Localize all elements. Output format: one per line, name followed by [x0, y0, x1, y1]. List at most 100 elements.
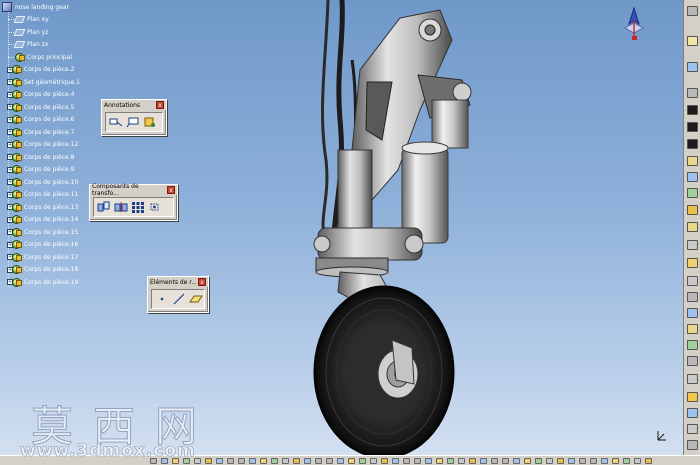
toolbar-button-icon[interactable]	[601, 458, 608, 464]
tree-item[interactable]: Corps principal	[2, 51, 72, 63]
tree-item[interactable]: + Corps de pièce.12	[2, 139, 78, 151]
toolbar-button-icon[interactable]	[687, 172, 698, 182]
specification-tree[interactable]: nose landing gear Plan xy Plan yz Plan zx Co…	[0, 0, 100, 300]
toolbar-button-icon[interactable]	[304, 458, 311, 464]
tree-item[interactable]: + Corps de pièce.11	[2, 189, 78, 201]
close-icon[interactable]: x	[156, 101, 164, 109]
toolbar-button-icon[interactable]	[447, 458, 454, 464]
toolbar-button-icon[interactable]	[687, 105, 698, 115]
toolbar-button-icon[interactable]	[271, 458, 278, 464]
toolbar-button-icon[interactable]	[469, 458, 476, 464]
tree-item[interactable]: + Corps de pièce.4	[2, 89, 74, 101]
toolbar-button-icon[interactable]	[579, 458, 586, 464]
close-icon[interactable]: x	[198, 278, 206, 286]
toolbar-button-icon[interactable]	[524, 458, 531, 464]
tree-item[interactable]: + Corps de pièce.5	[2, 101, 74, 113]
translation-icon[interactable]	[97, 201, 111, 214]
toolbar-button-icon[interactable]	[623, 458, 630, 464]
reference-elements-toolbar[interactable]: Eléments de r... x	[147, 276, 209, 313]
toolbar-button-icon[interactable]	[687, 205, 698, 215]
tree-item[interactable]: + Set géométrique.1	[2, 76, 80, 88]
toolbar-button-icon[interactable]	[381, 458, 388, 464]
toolbar-button-icon[interactable]	[687, 62, 698, 72]
toolbar-button-icon[interactable]	[687, 156, 698, 166]
toolbar-button-icon[interactable]	[687, 276, 698, 286]
point-icon[interactable]	[155, 293, 169, 306]
tree-item[interactable]: + Corps de pièce.16	[2, 239, 78, 251]
tree-item[interactable]: + Corps de pièce.19	[2, 276, 78, 288]
toolbar-button-icon[interactable]	[687, 324, 698, 334]
tree-item[interactable]: + Corps de pièce.14	[2, 214, 78, 226]
transform-components-toolbar[interactable]: Composants de transfo... x	[89, 183, 178, 221]
toolbar-button-icon[interactable]	[687, 356, 698, 366]
toolbar-button-icon[interactable]	[535, 458, 542, 464]
compass-icon[interactable]	[621, 6, 647, 42]
tree-item[interactable]: + Corps de pièce.13	[2, 201, 78, 213]
tree-item[interactable]: + Corps de pièce.17	[2, 251, 78, 263]
toolbar-button-icon[interactable]	[687, 88, 698, 98]
toolbar-button-icon[interactable]	[687, 258, 698, 268]
toolbar-button-icon[interactable]	[326, 458, 333, 464]
toolbar-button-icon[interactable]	[337, 458, 344, 464]
toolbar-button-icon[interactable]	[687, 340, 698, 350]
tree-item[interactable]: + Corps de pièce.10	[2, 176, 78, 188]
tree-item[interactable]: Plan yz	[2, 26, 48, 38]
toolbar-button-icon[interactable]	[687, 374, 698, 384]
toolbar-button-icon[interactable]	[502, 458, 509, 464]
tree-item[interactable]: + Corps de pièce.18	[2, 264, 78, 276]
tree-item[interactable]: Plan xy	[2, 14, 49, 26]
toolbar-button-icon[interactable]	[436, 458, 443, 464]
pattern-icon[interactable]	[131, 201, 145, 214]
toolbar-button-icon[interactable]	[458, 458, 465, 464]
toolbar-button-icon[interactable]	[392, 458, 399, 464]
toolbar-button-icon[interactable]	[414, 458, 421, 464]
toolbar-button-icon[interactable]	[568, 458, 575, 464]
toolbar-button-icon[interactable]	[425, 458, 432, 464]
plane-icon[interactable]	[189, 293, 203, 306]
annotations-toolbar-titlebar[interactable]: Annotations x	[102, 100, 166, 110]
toolbar-button-icon[interactable]	[687, 222, 698, 232]
toolbar-button-icon[interactable]	[687, 440, 698, 450]
annotations-toolbar[interactable]: Annotations x	[101, 99, 167, 136]
toolbar-button-icon[interactable]	[687, 122, 698, 132]
tree-item[interactable]: + Corps de pièce.9	[2, 164, 74, 176]
toolbar-button-icon[interactable]	[687, 36, 698, 46]
toolbar-button-icon[interactable]	[687, 392, 698, 402]
toolbar-button-icon[interactable]	[403, 458, 410, 464]
toolbar-button-icon[interactable]	[282, 458, 289, 464]
scaling-icon[interactable]	[148, 201, 162, 214]
reference-toolbar-titlebar[interactable]: Eléments de r... x	[148, 277, 208, 287]
toolbar-button-icon[interactable]	[513, 458, 520, 464]
toolbar-button-icon[interactable]	[359, 458, 366, 464]
tree-item[interactable]: + Corps de pièce.15	[2, 226, 78, 238]
landing-gear-model[interactable]	[0, 0, 683, 455]
tree-item[interactable]: + Corps de pièce.6	[2, 114, 74, 126]
toolbar-button-icon[interactable]	[293, 458, 300, 464]
toolbar-button-icon[interactable]	[590, 458, 597, 464]
toolbar-button-icon[interactable]	[205, 458, 212, 464]
toolbar-button-icon[interactable]	[238, 458, 245, 464]
3d-viewport[interactable]: nose landing gear Plan xy Plan yz Plan zx Co…	[0, 0, 683, 455]
toolbar-button-icon[interactable]	[491, 458, 498, 464]
toolbar-button-icon[interactable]	[260, 458, 267, 464]
toolbar-button-icon[interactable]	[687, 292, 698, 302]
tree-item[interactable]: + Corps de pièce.8	[2, 151, 74, 163]
toolbar-button-icon[interactable]	[348, 458, 355, 464]
symmetry-icon[interactable]	[114, 201, 128, 214]
line-icon[interactable]	[172, 293, 186, 306]
callout-icon[interactable]	[126, 116, 140, 129]
toolbar-button-icon[interactable]	[227, 458, 234, 464]
tree-item[interactable]: Plan zx	[2, 39, 48, 51]
toolbar-button-icon[interactable]	[612, 458, 619, 464]
toolbar-button-icon[interactable]	[687, 408, 698, 418]
toolbar-button-icon[interactable]	[480, 458, 487, 464]
toolbar-button-icon[interactable]	[370, 458, 377, 464]
toolbar-button-icon[interactable]	[645, 458, 652, 464]
toolbar-button-icon[interactable]	[557, 458, 564, 464]
toolbar-button-icon[interactable]	[687, 139, 698, 149]
toolbar-button-icon[interactable]	[687, 6, 698, 16]
toolbar-button-icon[interactable]	[249, 458, 256, 464]
toolbar-button-icon[interactable]	[216, 458, 223, 464]
toolbar-button-icon[interactable]	[687, 424, 698, 434]
close-icon[interactable]: x	[167, 186, 175, 194]
